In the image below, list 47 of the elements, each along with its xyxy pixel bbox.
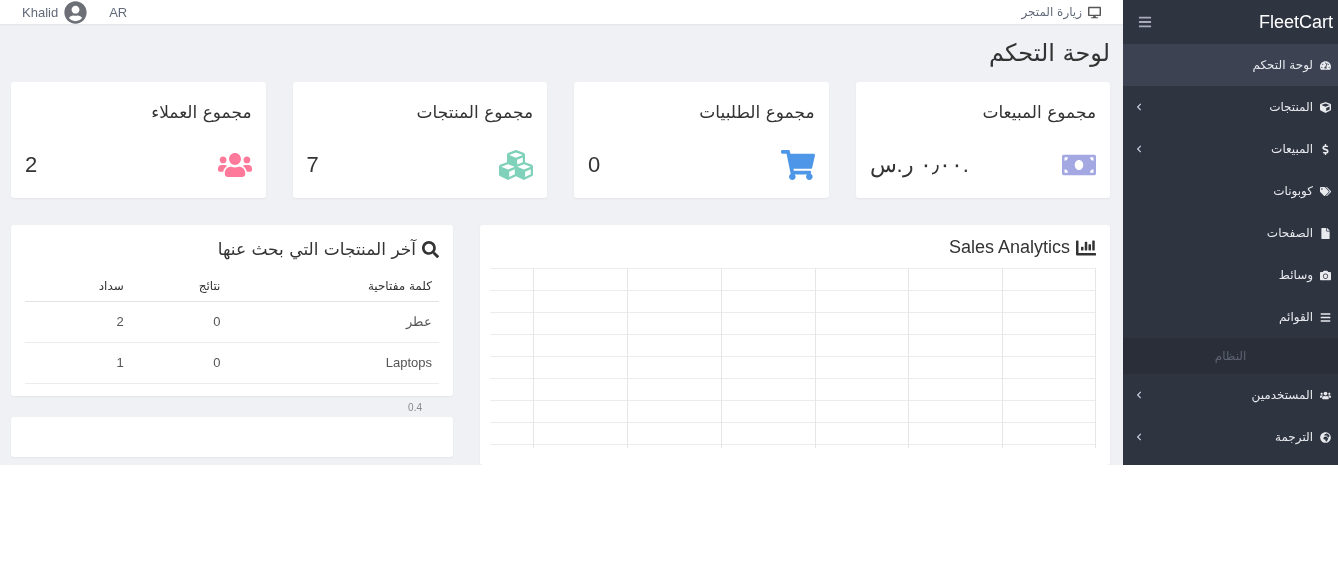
brand-name: FleetCart [1258, 11, 1333, 33]
column-header: نتائج [130, 269, 228, 302]
table-cell: Laptops [227, 342, 439, 384]
camera-icon [1320, 269, 1331, 281]
sidebar-item[interactable]: الصفحات [1123, 212, 1338, 254]
users-icon [1320, 389, 1331, 401]
sidebar-item[interactable]: القوائم [1123, 296, 1338, 338]
sidebar-item[interactable]: المستخدمين [1123, 374, 1338, 416]
menu-icon[interactable] [1138, 15, 1152, 29]
list-icon [1320, 311, 1331, 323]
sidebar-item[interactable]: وسائط [1123, 254, 1338, 296]
page-title: لوحة التحكم [988, 38, 1110, 68]
stat-value: 2 [25, 152, 38, 178]
sidebar-item[interactable]: لوحة التحكم [1123, 44, 1338, 86]
searches-title: آخر المنتجات التي بحث عنها [217, 239, 416, 259]
sidebar-item[interactable]: المنتجات [1123, 86, 1338, 128]
column-header: كلمة مفتاحية [227, 269, 439, 302]
table-cell: 0 [130, 342, 228, 384]
avatar-icon[interactable] [64, 0, 88, 24]
gauge-icon [1320, 59, 1331, 71]
file-icon [1320, 227, 1331, 239]
table-cell: 0 [130, 301, 228, 343]
stat-title: مجموع العملاء [150, 102, 252, 122]
user-name[interactable]: Khalid [22, 4, 59, 20]
stat-title: مجموع المنتجات [415, 102, 533, 122]
language-link[interactable]: AR [109, 4, 128, 20]
sidebar-item[interactable]: كوبونات [1123, 170, 1338, 212]
sidebar-item[interactable]: المبيعات [1123, 128, 1338, 170]
stat-value: ٠٫٠٠ ر.س. [869, 152, 969, 178]
globe-icon [1320, 431, 1331, 443]
stat-title: مجموع المبيعات [981, 102, 1096, 122]
chart-title: Sales Analytics [948, 237, 1070, 258]
table-cell: 2 [25, 301, 131, 343]
stat-value: 0 [588, 152, 601, 178]
stat-title: مجموع الطلبيات [698, 102, 815, 122]
cube-icon [1320, 101, 1331, 113]
table-cell: عطر [227, 301, 439, 343]
sidebar-item[interactable]: الترجمة [1123, 416, 1338, 458]
visit-store-link[interactable]: زيارة المتجر [1021, 5, 1101, 19]
tag-icon [1320, 185, 1331, 197]
axis-label: 0.4 [408, 402, 422, 413]
search-icon [422, 240, 439, 258]
table-cell: 1 [25, 342, 131, 384]
dollar-icon [1320, 143, 1331, 155]
column-header: سداد [25, 269, 131, 302]
stat-value: 7 [306, 152, 319, 178]
monitor-icon [1088, 5, 1101, 19]
